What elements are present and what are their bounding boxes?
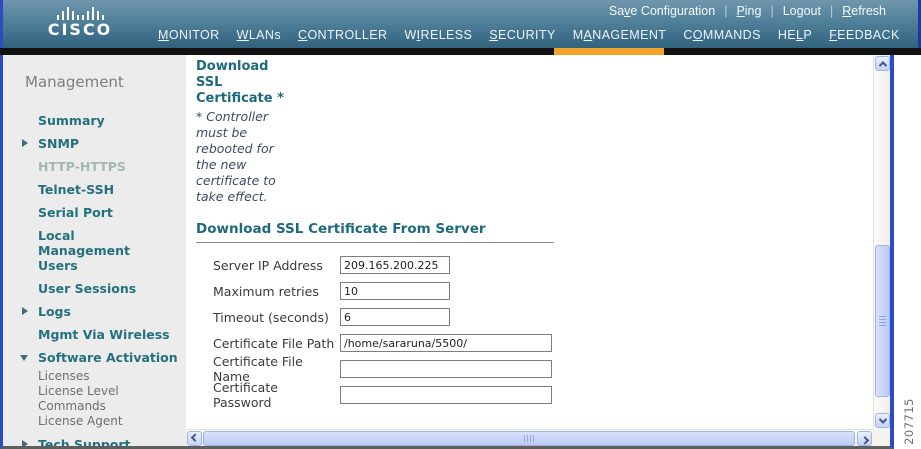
chevron-right-icon[interactable] bbox=[22, 440, 28, 446]
sidebar-item-software-activation[interactable]: Software Activation bbox=[3, 350, 186, 365]
access-key: O bbox=[693, 28, 703, 42]
page-title: Download SSL Certificate * bbox=[196, 59, 288, 107]
timeout-label: Timeout (seconds) bbox=[213, 310, 340, 325]
form-row: Maximum retries bbox=[213, 278, 873, 304]
ping-link[interactable]: Ping bbox=[736, 4, 761, 18]
chevron-down-icon[interactable] bbox=[20, 355, 28, 361]
form-row: Timeout (seconds) bbox=[213, 304, 873, 330]
form-row: Certificate File Path bbox=[213, 330, 873, 356]
access-key: W bbox=[237, 28, 249, 42]
main-nav: MONITOR WLANs CONTROLLER WIRELESS SECURI… bbox=[158, 21, 918, 48]
chevron-right-icon[interactable] bbox=[22, 139, 28, 147]
scroll-down-button[interactable] bbox=[875, 413, 890, 428]
cisco-logo-bars-icon bbox=[35, 5, 125, 20]
scrollbar-grip bbox=[524, 435, 534, 442]
brand-text: CISCO bbox=[35, 20, 125, 39]
sidebar-item-summary[interactable]: Summary bbox=[3, 113, 186, 128]
sidebar-subitem-licenses[interactable]: Licenses bbox=[38, 369, 186, 384]
link-separator: | bbox=[830, 4, 833, 18]
content-area: Download SSL Certificate * * Controller … bbox=[186, 55, 890, 446]
link-separator: | bbox=[724, 4, 727, 18]
vertical-scrollbar[interactable] bbox=[873, 55, 890, 429]
form-row: Certificate File Name bbox=[213, 356, 873, 382]
figure-strip: 207715 bbox=[894, 55, 921, 449]
wlc-admin-screen: CISCO Save Configuration | Ping | Logout… bbox=[0, 0, 921, 449]
server-ip-input[interactable] bbox=[340, 256, 450, 274]
nav-underline-bar bbox=[0, 48, 921, 55]
chevron-left-icon bbox=[190, 433, 198, 441]
sidebar-item-http-https[interactable]: HTTP-HTTPS bbox=[3, 159, 186, 174]
sidebar-subitem-license-agent[interactable]: License Agent bbox=[38, 414, 186, 429]
sidebar-item-local-management-users[interactable]: Local Management Users bbox=[3, 228, 163, 273]
section-title: Download SSL Certificate From Server bbox=[196, 221, 873, 237]
sidebar-subitem-license-level[interactable]: License Level bbox=[38, 384, 186, 399]
save-configuration-link[interactable]: Save Configuration bbox=[609, 4, 715, 18]
horizontal-scrollbar-thumb[interactable] bbox=[203, 431, 855, 446]
active-tab-indicator bbox=[554, 48, 664, 55]
nav-controller[interactable]: CONTROLLER bbox=[298, 28, 387, 42]
cert-file-path-label: Certificate File Path bbox=[213, 336, 340, 351]
nav-wireless[interactable]: WIRELESS bbox=[404, 28, 472, 42]
nav-monitor[interactable]: MONITOR bbox=[158, 28, 220, 42]
vertical-scrollbar-thumb[interactable] bbox=[875, 245, 890, 397]
nav-wlans[interactable]: WLANs bbox=[237, 28, 281, 42]
chevron-right-icon bbox=[860, 436, 868, 444]
cert-password-label: Certificate Password bbox=[213, 380, 340, 410]
chevron-up-icon bbox=[878, 61, 886, 69]
access-key: S bbox=[489, 28, 498, 42]
link-separator: | bbox=[770, 4, 773, 18]
access-key: A bbox=[584, 28, 593, 42]
nav-security[interactable]: SECURITY bbox=[489, 28, 555, 42]
download-certificate-form: Server IP Address Maximum retries Timeou… bbox=[196, 252, 873, 408]
nav-commands[interactable]: COMMANDS bbox=[683, 28, 761, 42]
refresh-link[interactable]: Refresh bbox=[842, 4, 886, 18]
sidebar-subitem-commands[interactable]: Commands bbox=[38, 399, 186, 414]
access-key: M bbox=[158, 28, 169, 42]
figure-number: 207715 bbox=[902, 398, 916, 445]
cert-file-name-input[interactable] bbox=[340, 360, 552, 378]
cert-password-input[interactable] bbox=[340, 386, 552, 404]
nav-feedback[interactable]: FEEDBACK bbox=[829, 28, 900, 42]
section-divider bbox=[196, 242, 554, 243]
cisco-logo: CISCO bbox=[35, 5, 125, 39]
horizontal-scrollbar[interactable] bbox=[186, 429, 873, 446]
access-key: R bbox=[842, 4, 851, 18]
chevron-right-icon[interactable] bbox=[22, 307, 28, 315]
sidebar-title: Management bbox=[25, 73, 186, 91]
scrollbar-grip bbox=[879, 316, 886, 328]
server-ip-label: Server IP Address bbox=[213, 258, 340, 273]
timeout-input[interactable] bbox=[340, 308, 450, 326]
sidebar: Management Summary SNMP HTTP-HTTPS Telne… bbox=[3, 55, 186, 446]
logout-link[interactable]: Logout bbox=[783, 4, 821, 18]
nav-management[interactable]: MANAGEMENT bbox=[573, 28, 667, 42]
scrollbar-corner bbox=[873, 429, 890, 446]
sidebar-item-snmp[interactable]: SNMP bbox=[3, 136, 186, 151]
software-activation-sublist: Licenses License Level Commands License … bbox=[38, 369, 186, 429]
sidebar-item-logs[interactable]: Logs bbox=[3, 304, 186, 319]
cert-file-path-input[interactable] bbox=[340, 334, 552, 352]
header: CISCO Save Configuration | Ping | Logout… bbox=[0, 0, 921, 48]
access-key: F bbox=[829, 28, 837, 42]
utility-links: Save Configuration | Ping | Logout | Ref… bbox=[3, 0, 918, 21]
sidebar-item-telnet-ssh[interactable]: Telnet-SSH bbox=[3, 182, 186, 197]
chevron-down-icon bbox=[878, 415, 886, 423]
sidebar-item-user-sessions[interactable]: User Sessions bbox=[3, 281, 186, 296]
max-retries-input[interactable] bbox=[340, 282, 450, 300]
scroll-left-button[interactable] bbox=[187, 431, 202, 446]
access-key: P bbox=[736, 4, 744, 18]
form-row: Server IP Address bbox=[213, 252, 873, 278]
reboot-note: * Controller must be rebooted for the ne… bbox=[196, 109, 294, 205]
scroll-up-button[interactable] bbox=[875, 56, 890, 71]
nav-help[interactable]: HELP bbox=[778, 28, 812, 42]
form-row: Certificate Password bbox=[213, 382, 873, 408]
sidebar-item-mgmt-via-wireless[interactable]: Mgmt Via Wireless bbox=[3, 327, 186, 342]
scroll-right-button[interactable] bbox=[857, 431, 872, 446]
sidebar-item-serial-port[interactable]: Serial Port bbox=[3, 205, 186, 220]
max-retries-label: Maximum retries bbox=[213, 284, 340, 299]
access-key: g bbox=[797, 4, 804, 18]
sidebar-item-tech-support[interactable]: Tech Support bbox=[3, 437, 186, 446]
